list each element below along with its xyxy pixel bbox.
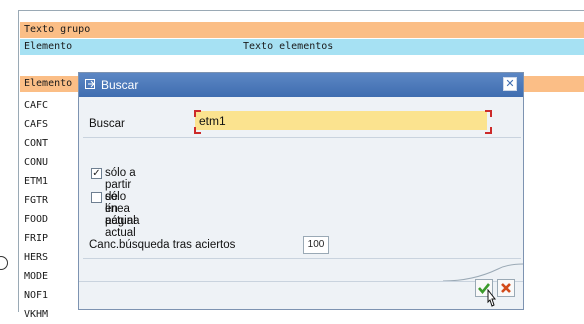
list-item[interactable]: MODE bbox=[24, 267, 48, 286]
dialog-titlebar: Buscar ✕ bbox=[79, 73, 523, 97]
list-item[interactable]: HERS bbox=[24, 248, 48, 267]
focus-bracket bbox=[485, 110, 492, 117]
list-item[interactable]: FGTR bbox=[24, 191, 48, 210]
current-page-checkbox[interactable] bbox=[91, 192, 102, 203]
list-item[interactable]: ETM1 bbox=[24, 172, 48, 191]
column-text-header: Texto elementos bbox=[243, 41, 334, 52]
group-header-row: Texto grupo bbox=[20, 22, 584, 38]
list-item[interactable]: CONT bbox=[24, 134, 48, 153]
radio-circle-icon bbox=[0, 256, 8, 270]
mouse-pointer-icon bbox=[487, 289, 497, 307]
list-item[interactable]: NOF1 bbox=[24, 286, 48, 305]
current-line-checkbox[interactable]: ✓ bbox=[91, 168, 102, 179]
column-element-header: Elemento bbox=[24, 41, 73, 52]
list-item[interactable]: CONU bbox=[24, 153, 48, 172]
focus-bracket bbox=[485, 127, 492, 134]
search-dialog: Buscar ✕ Buscar ✓ sólo a partir de línea… bbox=[78, 72, 524, 310]
cancel-button[interactable] bbox=[497, 279, 515, 297]
list-item[interactable]: CAFC bbox=[24, 96, 48, 115]
close-icon[interactable]: ✕ bbox=[503, 77, 517, 91]
search-input[interactable] bbox=[195, 111, 487, 130]
cancel-x-icon bbox=[501, 283, 511, 293]
focus-bracket bbox=[194, 127, 201, 134]
footer-divider bbox=[79, 281, 523, 282]
cancel-after-row: Canc.búsqueda tras aciertos bbox=[83, 234, 521, 259]
section-element-header: Elemento bbox=[24, 78, 73, 89]
list-item[interactable]: FOOD bbox=[24, 210, 48, 229]
dialog-title: Buscar bbox=[101, 78, 139, 92]
list-item[interactable]: CAFS bbox=[24, 115, 48, 134]
search-label: Buscar bbox=[89, 118, 125, 130]
cancel-after-input[interactable]: 100 bbox=[303, 236, 329, 254]
focus-bracket bbox=[194, 110, 201, 117]
element-code-list: CAFC CAFS CONT CONU ETM1 FGTR FOOD FRIP … bbox=[24, 96, 48, 324]
list-item[interactable]: VKHM bbox=[24, 305, 48, 324]
group-header-text: Texto grupo bbox=[24, 24, 91, 35]
list-item[interactable]: FRIP bbox=[24, 229, 48, 248]
cancel-after-label: Canc.búsqueda tras aciertos bbox=[89, 239, 236, 251]
search-dialog-icon bbox=[85, 79, 95, 89]
current-page-label: sólo en página actual bbox=[105, 191, 140, 239]
column-header-row: Elemento Texto elementos bbox=[20, 39, 584, 55]
